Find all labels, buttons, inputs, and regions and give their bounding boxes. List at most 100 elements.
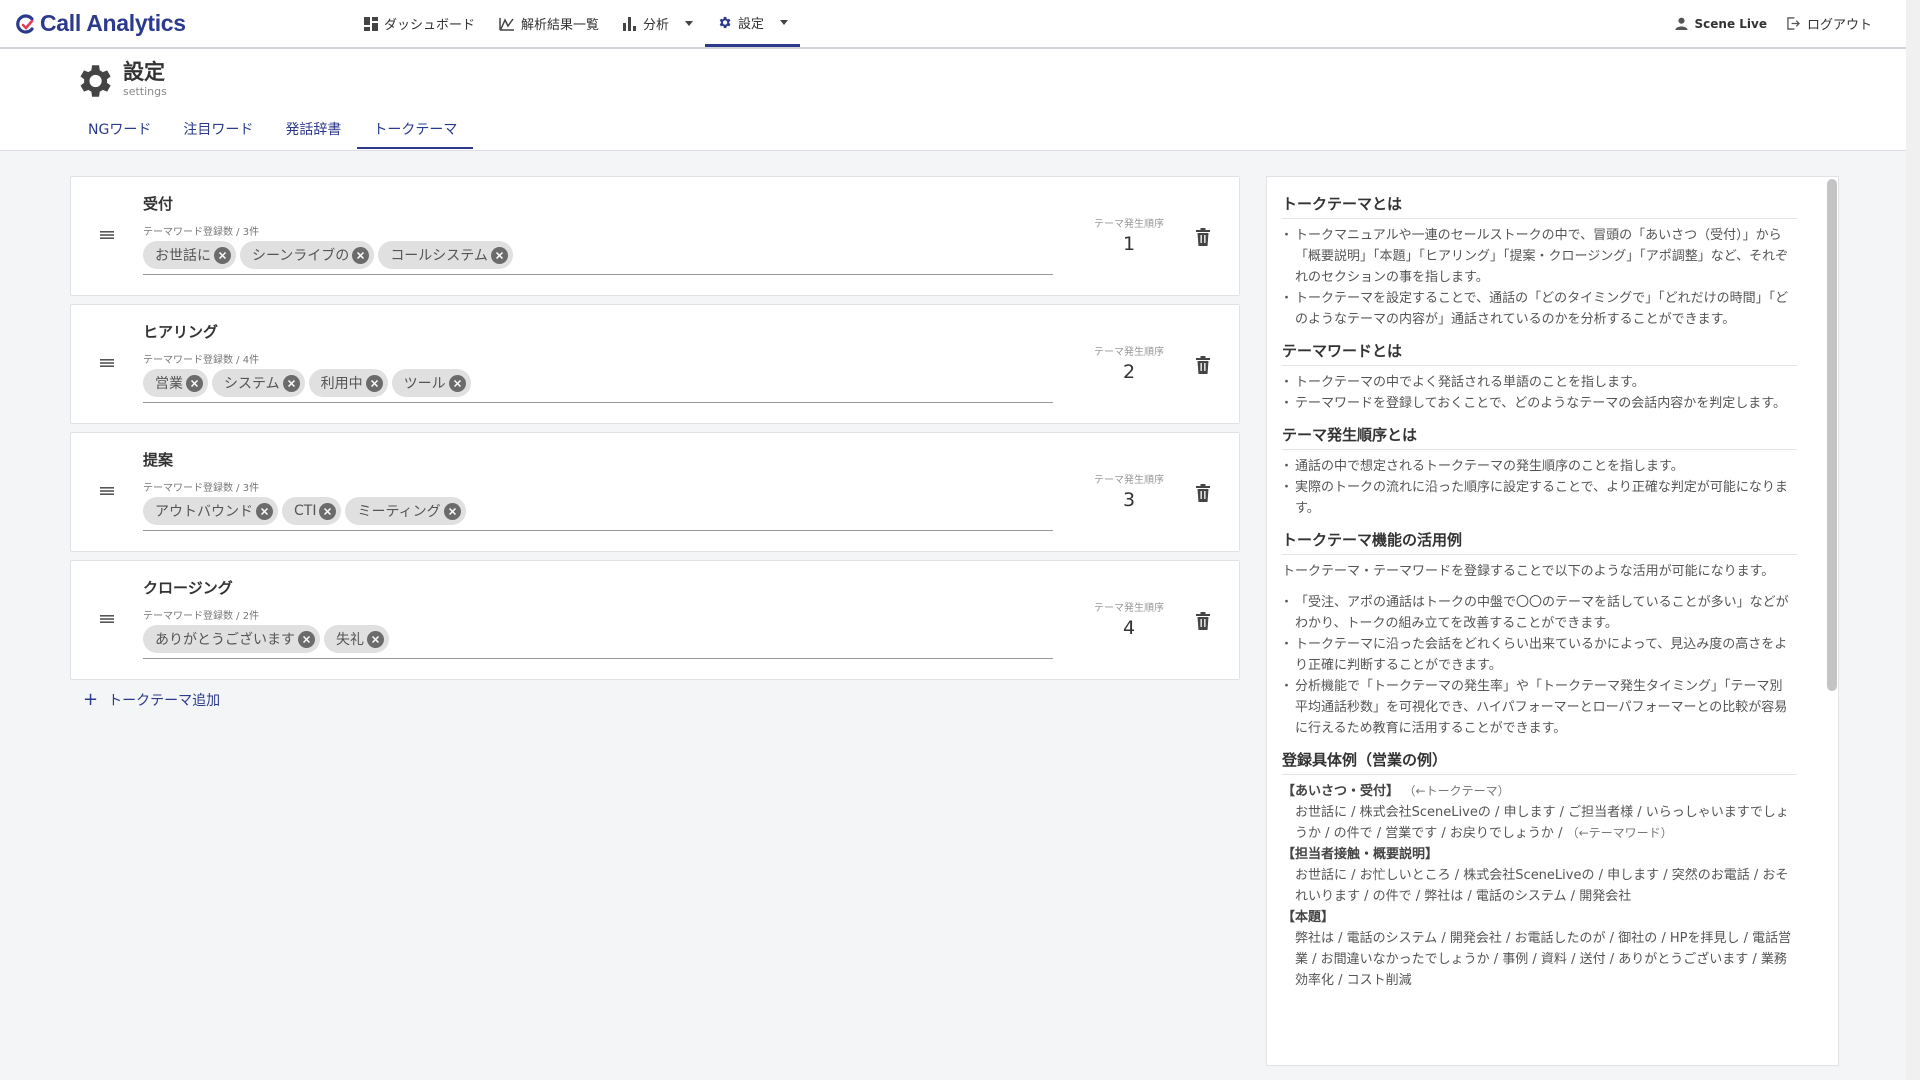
word-chip-label: 営業 bbox=[155, 376, 183, 392]
close-icon[interactable] bbox=[365, 374, 383, 392]
close-icon[interactable] bbox=[367, 630, 384, 648]
example-note: （←テーマワード） bbox=[1566, 826, 1673, 840]
word-chip-label: ありがとうございます bbox=[155, 632, 295, 648]
close-icon[interactable] bbox=[490, 246, 508, 264]
settings-gear-icon bbox=[80, 65, 111, 97]
tab-speech-dictionary[interactable]: 発話辞書 bbox=[269, 117, 357, 149]
word-chip-label: ツール bbox=[403, 376, 446, 392]
help-heading: 登録具体例（営業の例） bbox=[1282, 749, 1797, 775]
user-icon bbox=[1674, 17, 1688, 30]
theme-card: 提案 テーマワード登録数 / 3件 アウトバウンド CTI ミーティング テーマ… bbox=[70, 432, 1240, 552]
help-heading: トークテーマとは bbox=[1282, 193, 1797, 219]
help-item: トークテーマの中でよく発話される単語のことを指します。 bbox=[1280, 372, 1797, 393]
nav-results[interactable]: 解析結果一覧 bbox=[487, 0, 611, 47]
help-paragraph: トークテーマ・テーマワードを登録することで以下のような活用が可能になります。 bbox=[1282, 564, 1775, 579]
page-subtitle: settings bbox=[123, 85, 167, 98]
user-menu[interactable]: Scene Live bbox=[1674, 16, 1767, 31]
trash-icon[interactable] bbox=[1193, 611, 1213, 631]
trash-icon[interactable] bbox=[1193, 227, 1213, 247]
gear-icon bbox=[717, 15, 732, 30]
nav-analysis-label: 分析 bbox=[643, 18, 670, 33]
help-scrollbar[interactable] bbox=[1827, 179, 1837, 691]
trash-icon[interactable] bbox=[1193, 483, 1213, 503]
theme-card: ヒアリング テーマワード登録数 / 4件 営業 システム 利用中 ツール テーマ… bbox=[70, 304, 1240, 424]
logout-label: ログアウト bbox=[1806, 18, 1872, 33]
nav-analysis[interactable]: 分析 bbox=[611, 0, 705, 47]
chevron-down-icon bbox=[780, 19, 789, 25]
close-icon[interactable] bbox=[448, 374, 466, 392]
word-chip: システム bbox=[212, 369, 305, 397]
close-icon[interactable] bbox=[214, 246, 231, 264]
theme-word-count: テーマワード登録数 / 3件 bbox=[143, 227, 260, 238]
page-header: 設定 settings NGワード 注目ワード 発話辞書 トークテーマ bbox=[0, 49, 1906, 151]
help-panel: トークテーマとは トークマニュアルや一連のセールストークの中で、冒頭の「あいさつ… bbox=[1266, 176, 1839, 1066]
tab-focus-words[interactable]: 注目ワード bbox=[167, 117, 269, 149]
order-value[interactable]: 2 bbox=[1079, 361, 1179, 383]
logo-icon bbox=[16, 13, 34, 34]
app-logo[interactable]: Call Analytics bbox=[16, 10, 186, 37]
close-icon[interactable] bbox=[319, 502, 337, 520]
word-chip: コールシステム bbox=[378, 241, 513, 269]
close-icon[interactable] bbox=[298, 630, 315, 648]
help-list: 「受注、アポの通話はトークの中盤で〇〇のテーマを話していることが多い」などがわか… bbox=[1280, 592, 1797, 739]
theme-card: クロージング テーマワード登録数 / 2件 ありがとうございます 失礼 テーマ発… bbox=[70, 560, 1240, 680]
theme-word-input[interactable]: アウトバウンド CTI ミーティング bbox=[143, 497, 1053, 531]
nav-dashboard[interactable]: ダッシュボード bbox=[352, 0, 487, 47]
example-body: 弊社は / 電話のシステム / 開発会社 / お電話したのが / 御社の / H… bbox=[1295, 931, 1792, 988]
close-icon[interactable] bbox=[186, 374, 203, 392]
page-scrollbar[interactable] bbox=[1906, 0, 1920, 1080]
user-name: Scene Live bbox=[1694, 16, 1767, 31]
help-item: トークテーマを設定することで、通話の「どのタイミングで」「どれだけの時間」「どの… bbox=[1280, 288, 1797, 330]
word-chip: お世話に bbox=[143, 241, 236, 269]
word-chip-label: 利用中 bbox=[320, 376, 363, 392]
help-item: 「受注、アポの通話はトークの中盤で〇〇のテーマを話していることが多い」などがわか… bbox=[1280, 592, 1797, 634]
help-list: 通話の中で想定されるトークテーマの発生順序のことを指します。 実際のトークの流れ… bbox=[1280, 456, 1797, 519]
dashboard-icon bbox=[364, 16, 378, 31]
close-icon[interactable] bbox=[443, 502, 461, 520]
theme-word-input[interactable]: ありがとうございます 失礼 bbox=[143, 625, 1053, 659]
drag-handle-icon[interactable] bbox=[99, 611, 115, 627]
help-item: 実際のトークの流れに沿った順序に設定することで、より正確な判定が可能になります。 bbox=[1280, 477, 1797, 519]
order-value[interactable]: 1 bbox=[1079, 233, 1179, 255]
word-chip: ツール bbox=[391, 369, 471, 397]
nav-settings-label: 設定 bbox=[738, 16, 765, 32]
word-chip: 失礼 bbox=[324, 625, 389, 653]
drag-handle-icon[interactable] bbox=[99, 355, 115, 371]
close-icon[interactable] bbox=[256, 502, 273, 520]
help-item: 通話の中で想定されるトークテーマの発生順序のことを指します。 bbox=[1280, 456, 1797, 477]
nav-user-area: Scene Live ログアウト bbox=[1674, 0, 1872, 47]
close-icon[interactable] bbox=[352, 246, 370, 264]
order-label: テーマ発生順序 bbox=[1094, 475, 1164, 486]
logout-icon bbox=[1787, 17, 1800, 30]
help-heading: テーマ発生順序とは bbox=[1282, 424, 1797, 450]
talk-theme-list: 受付 テーマワード登録数 / 3件 お世話に シーンライブの コールシステム テ… bbox=[70, 176, 1240, 709]
theme-name: 提案 bbox=[143, 451, 174, 469]
drag-handle-icon[interactable] bbox=[99, 483, 115, 499]
word-chip: 利用中 bbox=[308, 369, 388, 397]
drag-handle-icon[interactable] bbox=[99, 227, 115, 243]
order-label: テーマ発生順序 bbox=[1094, 219, 1164, 230]
help-item: トークマニュアルや一連のセールストークの中で、冒頭の「あいさつ（受付）」から「概… bbox=[1280, 225, 1797, 288]
theme-name: ヒアリング bbox=[143, 323, 219, 341]
example-heading: 【本題】 bbox=[1282, 910, 1335, 925]
theme-word-input[interactable]: お世話に シーンライブの コールシステム bbox=[143, 241, 1053, 275]
order-value[interactable]: 3 bbox=[1079, 489, 1179, 511]
word-chip-label: アウトバウンド bbox=[155, 504, 253, 520]
trash-icon[interactable] bbox=[1193, 355, 1213, 375]
word-chip: CTI bbox=[282, 497, 342, 525]
theme-word-count: テーマワード登録数 / 3件 bbox=[143, 483, 260, 494]
close-icon[interactable] bbox=[282, 374, 300, 392]
theme-word-input[interactable]: 営業 システム 利用中 ツール bbox=[143, 369, 1053, 403]
tab-talk-theme[interactable]: トークテーマ bbox=[357, 117, 474, 149]
word-chip-label: シーンライブの bbox=[252, 248, 350, 264]
help-item: トークテーマに沿った会話をどれくらい出来ているかによって、見込み度の高さをより正… bbox=[1280, 634, 1797, 676]
theme-word-count: テーマワード登録数 / 2件 bbox=[143, 611, 260, 622]
top-navbar: Call Analytics ダッシュボード 解析結果一覧 分析 設定 Scen… bbox=[0, 0, 1906, 49]
logout-button[interactable]: ログアウト bbox=[1787, 14, 1872, 33]
bar-chart-icon bbox=[623, 16, 637, 31]
word-chip-label: CTI bbox=[294, 503, 317, 519]
tab-ng-words[interactable]: NGワード bbox=[72, 117, 167, 149]
nav-settings[interactable]: 設定 bbox=[705, 0, 801, 47]
add-theme-button[interactable]: + トークテーマ追加 bbox=[83, 690, 220, 710]
order-value[interactable]: 4 bbox=[1079, 617, 1179, 639]
